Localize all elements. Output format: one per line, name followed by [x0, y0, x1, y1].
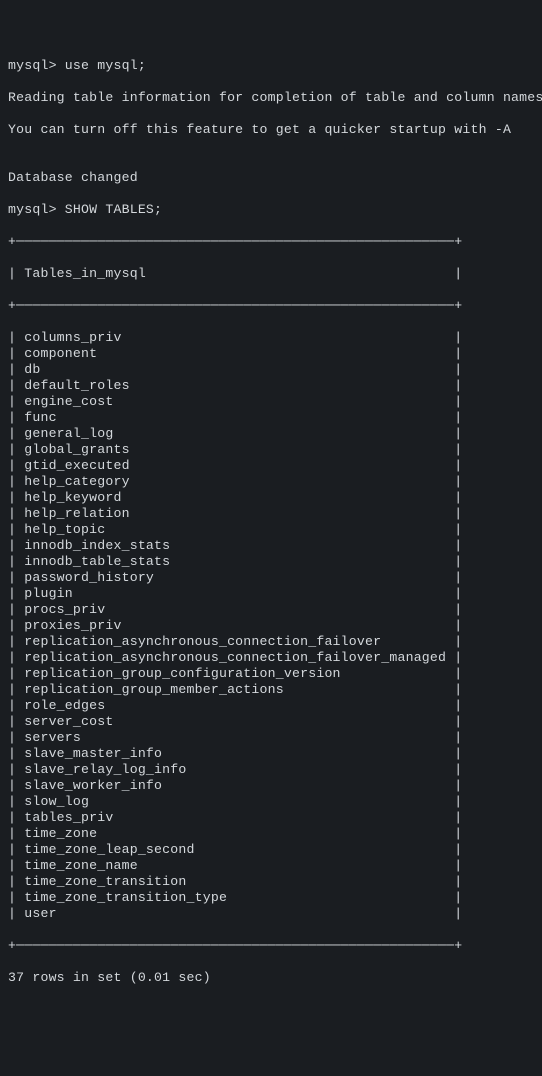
- table-row: | help_relation |: [8, 506, 534, 522]
- db-changed: Database changed: [8, 170, 534, 186]
- table-row: | engine_cost |: [8, 394, 534, 410]
- table-row: | innodb_index_stats |: [8, 538, 534, 554]
- table-row: | replication_group_configuration_versio…: [8, 666, 534, 682]
- table-row: | component |: [8, 346, 534, 362]
- table-row: | help_topic |: [8, 522, 534, 538]
- table-row: | replication_group_member_actions |: [8, 682, 534, 698]
- table-border-top: +───────────────────────────────────────…: [8, 234, 534, 250]
- table-row: | server_cost |: [8, 714, 534, 730]
- table-row: | help_keyword |: [8, 490, 534, 506]
- table-row: | time_zone_transition_type |: [8, 890, 534, 906]
- info-hint: You can turn off this feature to get a q…: [8, 122, 534, 138]
- table-row: | time_zone_leap_second |: [8, 842, 534, 858]
- table-row: | user |: [8, 906, 534, 922]
- table-row: | innodb_table_stats |: [8, 554, 534, 570]
- table-row: | replication_asynchronous_connection_fa…: [8, 634, 534, 650]
- table-row: | gtid_executed |: [8, 458, 534, 474]
- table-row: | help_category |: [8, 474, 534, 490]
- table-border-bottom: +───────────────────────────────────────…: [8, 938, 534, 954]
- table-row: | servers |: [8, 730, 534, 746]
- table-rows: | columns_priv || component || db || def…: [8, 330, 534, 922]
- info-reading: Reading table information for completion…: [8, 90, 534, 106]
- table-row: | func |: [8, 410, 534, 426]
- table-row: | proxies_priv |: [8, 618, 534, 634]
- table-row: | columns_priv |: [8, 330, 534, 346]
- table-row: | slave_worker_info |: [8, 778, 534, 794]
- table-row: | global_grants |: [8, 442, 534, 458]
- table-row: | procs_priv |: [8, 602, 534, 618]
- table-row: | time_zone_name |: [8, 858, 534, 874]
- table-row: | time_zone |: [8, 826, 534, 842]
- table-header: | Tables_in_mysql |: [8, 266, 534, 282]
- table-border-mid: +───────────────────────────────────────…: [8, 298, 534, 314]
- table-row: | plugin |: [8, 586, 534, 602]
- mysql-prompt-use: mysql> use mysql;: [8, 58, 534, 74]
- table-row: | time_zone_transition |: [8, 874, 534, 890]
- table-row: | tables_priv |: [8, 810, 534, 826]
- table-row: | slave_master_info |: [8, 746, 534, 762]
- table-row: | general_log |: [8, 426, 534, 442]
- table-row: | slave_relay_log_info |: [8, 762, 534, 778]
- table-row: | password_history |: [8, 570, 534, 586]
- table-row: | db |: [8, 362, 534, 378]
- table-row: | replication_asynchronous_connection_fa…: [8, 650, 534, 666]
- table-row: | role_edges |: [8, 698, 534, 714]
- result-footer: 37 rows in set (0.01 sec): [8, 970, 534, 986]
- mysql-prompt-show: mysql> SHOW TABLES;: [8, 202, 534, 218]
- table-row: | default_roles |: [8, 378, 534, 394]
- table-row: | slow_log |: [8, 794, 534, 810]
